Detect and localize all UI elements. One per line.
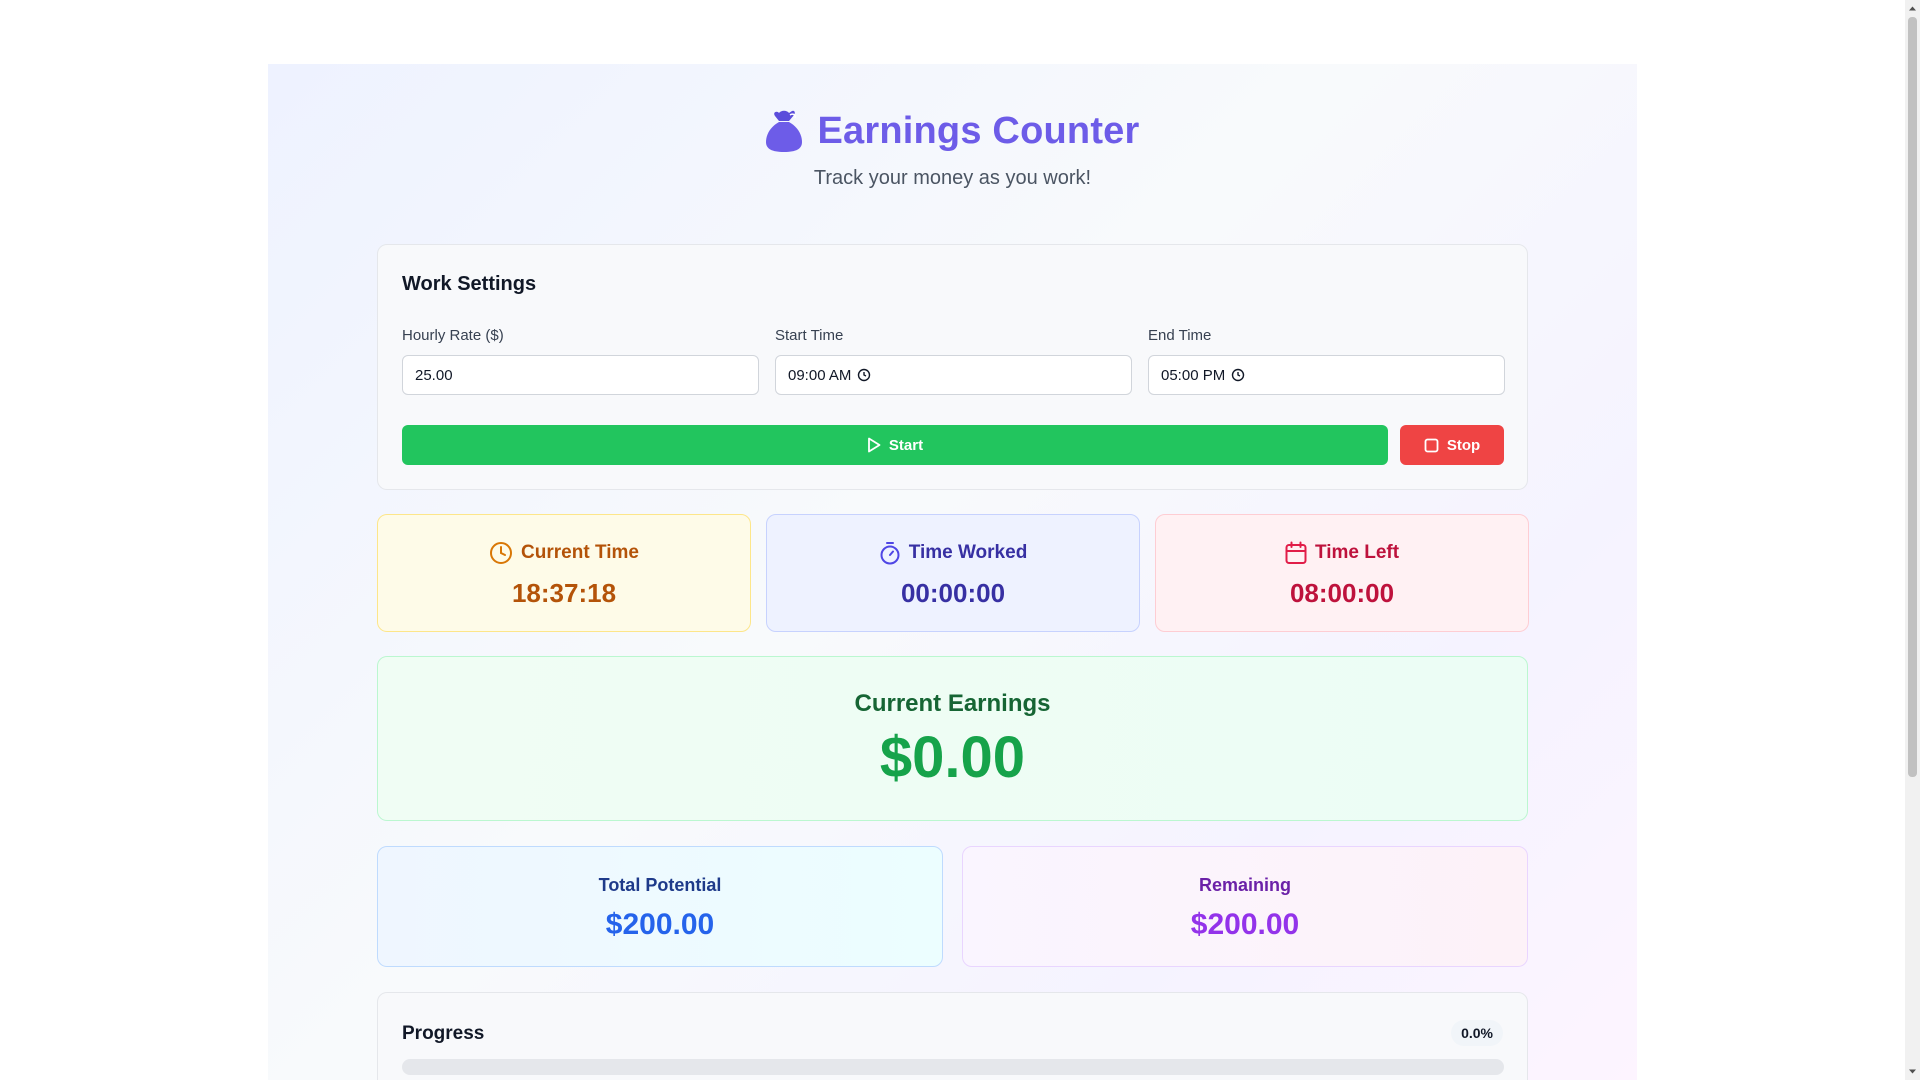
work-settings-panel: Work Settings Hourly Rate ($) 25.00 Star… [377, 244, 1528, 490]
time-left-value: 08:00:00 [1289, 578, 1395, 608]
hourly-rate-field-group: Hourly Rate ($) 25.00 [402, 327, 759, 395]
scroll-up-arrow-icon[interactable] [1908, 4, 1917, 13]
time-left-header: Time Left [1156, 540, 1528, 566]
time-left-card: Time Left 08:00:00 [1155, 514, 1529, 632]
time-worked-label: Time Worked [908, 542, 1028, 563]
stopwatch-icon [880, 542, 900, 565]
remaining-label: Remaining [1198, 875, 1291, 895]
progress-label: Progress [402, 1023, 485, 1044]
stop-button-label: Stop [1446, 436, 1481, 454]
total-potential-card: Total Potential $200.00 [377, 846, 943, 967]
time-worked-card: Time Worked 00:00:00 [766, 514, 1140, 632]
app-container: Earnings Counter Track your money as you… [377, 64, 1529, 1080]
start-button-label: Start [888, 436, 924, 454]
time-left-label: Time Left [1314, 542, 1400, 563]
progress-card: Progress 0.0% [377, 992, 1528, 1080]
start-button[interactable]: Start [402, 425, 1388, 465]
stop-square-icon [1424, 438, 1439, 452]
start-time-value: 09:00 AM [788, 366, 852, 384]
page-subtitle: Track your money as you work! [813, 167, 1092, 189]
page-title: Earnings Counter [817, 109, 1140, 152]
start-time-label: Start Time [775, 327, 844, 344]
remaining-value: $200.00 [1190, 908, 1300, 941]
hourly-rate-input[interactable]: 25.00 [402, 355, 759, 395]
progress-track [402, 1059, 1504, 1075]
remaining-card: Remaining $200.00 [962, 846, 1528, 967]
app-header: Earnings Counter Track your money as you… [377, 106, 1528, 190]
clock-picker-icon[interactable] [857, 368, 871, 382]
title-row: Earnings Counter [377, 106, 1528, 156]
clock-picker-icon[interactable] [1231, 368, 1245, 382]
current-time-card: Current Time 18:37:18 [377, 514, 751, 632]
scrollbar-thumb[interactable] [1908, 17, 1917, 777]
end-time-input[interactable]: 05:00 PM [1148, 355, 1505, 395]
hourly-rate-label: Hourly Rate ($) [402, 327, 504, 344]
stop-button[interactable]: Stop [1400, 425, 1504, 465]
current-time-header: Current Time [378, 540, 750, 566]
hourly-rate-value: 25.00 [415, 366, 453, 384]
current-earnings-label: Current Earnings [854, 690, 1051, 717]
end-time-field-group: End Time 05:00 PM [1148, 327, 1505, 395]
work-settings-heading: Work Settings [402, 273, 537, 295]
progress-percent-badge: 0.0% [1451, 1020, 1503, 1046]
app-page: Earnings Counter Track your money as you… [268, 64, 1637, 1080]
clock-icon [490, 542, 513, 564]
scroll-down-arrow-icon[interactable] [1908, 1067, 1917, 1076]
calendar-icon [1285, 541, 1307, 564]
current-time-label: Current Time [521, 542, 639, 563]
end-time-value: 05:00 PM [1161, 366, 1226, 384]
time-worked-value: 00:00:00 [900, 578, 1006, 608]
total-potential-value: $200.00 [605, 908, 715, 941]
browser-top-area [0, 0, 1905, 64]
current-earnings-value: $0.00 [879, 725, 1026, 790]
money-bag-icon [766, 110, 803, 152]
current-time-value: 18:37:18 [511, 578, 617, 608]
end-time-label: End Time [1148, 327, 1212, 344]
play-icon [868, 437, 881, 453]
total-potential-label: Total Potential [598, 875, 722, 895]
start-time-input[interactable]: 09:00 AM [775, 355, 1132, 395]
start-time-field-group: Start Time 09:00 AM [775, 327, 1132, 395]
page-scrollbar[interactable] [1905, 0, 1920, 1080]
current-earnings-card: Current Earnings $0.00 [377, 656, 1528, 821]
time-worked-header: Time Worked [767, 540, 1139, 566]
